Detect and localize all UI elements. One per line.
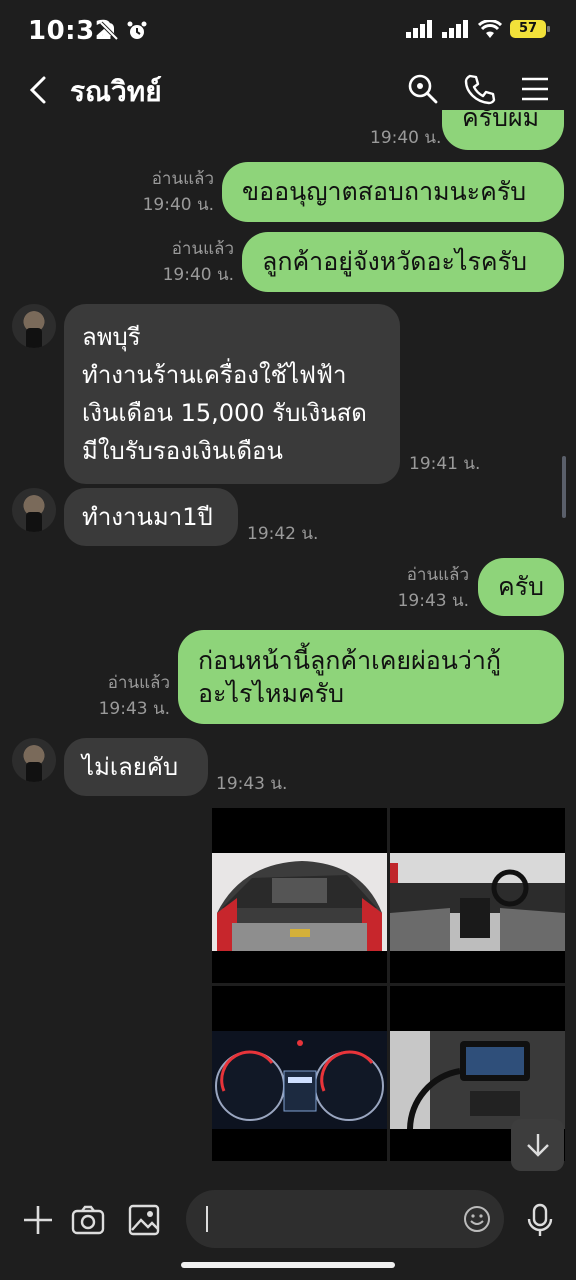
chat-title: รณวิทย์ — [70, 75, 162, 108]
message-time: 19:43 น. — [216, 774, 288, 794]
outgoing-message[interactable]: ครับ — [478, 558, 564, 616]
outgoing-message[interactable]: ลูกค้าอยู่จังหวัดอะไรครับ — [242, 232, 564, 292]
phone-icon[interactable] — [462, 72, 496, 106]
message-time: 19:41 น. — [409, 454, 481, 474]
emoji-icon[interactable] — [462, 1204, 492, 1234]
engine-bay-photo[interactable] — [212, 808, 387, 983]
message-input[interactable] — [186, 1190, 504, 1248]
incoming-message[interactable]: ลพบุรี ทำงานร้านเครื่องใช้ไฟฟ้า เงินเดือ… — [64, 304, 400, 484]
outgoing-message[interactable]: ขออนุญาตสอบถามนะครับ — [222, 162, 564, 222]
message-text: ครับ — [498, 572, 545, 601]
contact-avatar[interactable] — [12, 488, 56, 532]
console-image — [390, 1031, 565, 1129]
message-meta: อ่านแล้ว 19:40 น. — [163, 236, 234, 288]
message-meta: อ่านแล้ว 19:40 น. — [143, 166, 214, 218]
signal-icon-2 — [442, 20, 468, 38]
message-time: 19:40 น. — [370, 128, 442, 148]
message-text: ครับผม — [462, 110, 540, 132]
read-receipt: อ่านแล้ว — [406, 565, 469, 585]
bell-muted-icon — [99, 21, 119, 41]
message-text: ทำงานมา1ปี — [82, 503, 213, 531]
car-interior-photo[interactable] — [390, 808, 565, 983]
chat-message-list[interactable]: ครับผม 19:40 น. อ่านแล้ว 19:40 น. ขออนุญ… — [0, 110, 576, 1182]
incoming-message[interactable]: ทำงานมา1ปี — [64, 488, 238, 546]
message-time: 19:40 น. — [142, 195, 214, 215]
alarm-icon — [127, 21, 147, 39]
message-text: ขออนุญาตสอบถามนะครับ — [242, 177, 527, 206]
search-icon[interactable] — [406, 72, 440, 106]
read-receipt: อ่านแล้ว — [151, 169, 214, 189]
message-line: เงินเดือน 15,000 รับเงินสด — [82, 399, 367, 427]
contact-avatar[interactable] — [12, 304, 56, 348]
camera-icon[interactable] — [70, 1202, 106, 1238]
arrow-down-icon — [526, 1134, 549, 1157]
menu-icon[interactable] — [518, 72, 552, 106]
message-meta: อ่านแล้ว 19:43 น. — [99, 670, 170, 722]
dashboard-gauges-photo[interactable] — [212, 986, 387, 1161]
status-bar: 10:32 57 — [0, 0, 576, 50]
outgoing-message[interactable]: ครับผม — [442, 110, 564, 150]
incoming-message[interactable]: ไม่เลยคับ — [64, 738, 208, 796]
message-time: 19:40 น. — [162, 265, 234, 285]
message-time: 19:42 น. — [247, 524, 319, 544]
microphone-icon[interactable] — [522, 1202, 558, 1238]
gauges-image — [212, 1031, 387, 1129]
gallery-icon[interactable] — [126, 1202, 162, 1238]
text-cursor — [206, 1206, 208, 1232]
message-line: ก่อนหน้านี้ลูกค้าเคยผ่อนว่ากู้ — [198, 646, 502, 675]
photo-album-message[interactable] — [212, 808, 565, 1161]
message-line: มีใบรับรองเงินเดือน — [82, 437, 283, 465]
message-input-bar — [0, 1182, 576, 1280]
plus-icon[interactable] — [20, 1202, 56, 1238]
engine-image — [212, 853, 387, 951]
scroll-indicator[interactable] — [562, 456, 566, 518]
message-meta: อ่านแล้ว 19:43 น. — [398, 562, 469, 614]
interior-image — [390, 853, 565, 951]
message-text: ลูกค้าอยู่จังหวัดอะไรครับ — [262, 247, 527, 276]
scroll-to-bottom-button[interactable] — [511, 1119, 564, 1171]
read-receipt: อ่านแล้ว — [107, 673, 170, 693]
battery-indicator: 57 — [510, 20, 550, 38]
home-indicator[interactable] — [181, 1262, 395, 1268]
message-line: อะไรไหมครับ — [198, 679, 344, 708]
back-arrow-icon[interactable] — [24, 72, 54, 108]
outgoing-message[interactable]: ก่อนหน้านี้ลูกค้าเคยผ่อนว่ากู้ อะไรไหมคร… — [178, 630, 564, 724]
message-time: 19:43 น. — [98, 699, 170, 719]
message-text: ไม่เลยคับ — [82, 753, 179, 781]
message-line: ลพบุรี — [82, 323, 141, 351]
message-time: 19:43 น. — [397, 591, 469, 611]
signal-icon-1 — [406, 20, 432, 38]
message-line: ทำงานร้านเครื่องใช้ไฟฟ้า — [82, 361, 347, 389]
wifi-icon — [478, 20, 502, 38]
read-receipt: อ่านแล้ว — [171, 239, 234, 259]
contact-avatar[interactable] — [12, 738, 56, 782]
